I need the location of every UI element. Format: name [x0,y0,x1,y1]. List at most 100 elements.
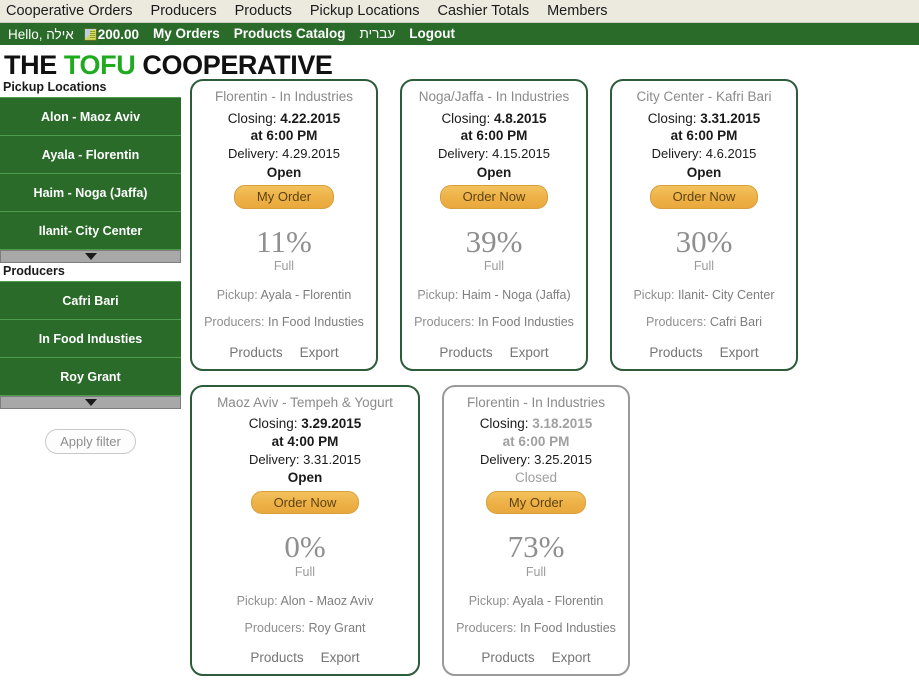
pickup-meta: Pickup: Alon - Maoz Aviv [199,593,411,609]
pickup-label: Pickup: [236,593,278,608]
site-logo: THE TOFU COOPERATIVE [0,45,919,79]
products-link[interactable]: Products [439,345,492,360]
nav-products-catalog[interactable]: Products Catalog [234,27,346,41]
greeting-text: Hello, אילה [8,26,74,42]
order-action-button[interactable]: Order Now [439,185,549,209]
orders-grid: Florentin - In Industries Closing: 4.22.… [181,79,919,690]
menu-item-members[interactable]: Members [547,4,607,19]
fill-percent: 30% [675,223,733,259]
order-delivery-line: Delivery: 4.29.2015 [199,145,369,163]
order-card[interactable]: City Center - Kafri Bari Closing: 3.31.2… [610,79,798,371]
order-action-button[interactable]: Order Now [649,185,759,209]
nav-logout[interactable]: Logout [409,27,455,41]
order-delivery-line: Delivery: 4.6.2015 [619,145,789,163]
order-card[interactable]: Florentin - In Industries Closing: 4.22.… [190,79,378,371]
export-link[interactable]: Export [321,650,360,665]
order-card-title: Noga/Jaffa - In Industries [418,89,570,105]
delivery-date: 4.29.2015 [282,146,341,162]
fill-percent: 73% [507,529,565,565]
orders-row-2: Maoz Aviv - Tempeh & Yogurt Closing: 3.2… [190,384,919,677]
logo-part-the: THE [4,50,64,80]
status-badge: Closed [514,470,558,486]
closing-time: at 6:00 PM [460,128,528,144]
producers-meta: Producers: Cafri Bari [619,314,789,330]
nav-my-orders[interactable]: My Orders [153,27,220,41]
closing-date: 3.18.2015 [532,415,593,431]
menu-item-producers[interactable]: Producers [151,4,217,19]
pickup-label: Pickup: [417,288,459,303]
sidebar-item-roy-grant[interactable]: Roy Grant [0,358,181,397]
closing-date: 3.29.2015 [301,415,362,431]
pickup-locations-scroll-down[interactable] [0,250,181,264]
order-closing-line: Closing: 3.29.2015 [199,415,411,433]
chevron-down-icon [84,253,97,261]
export-link[interactable]: Export [510,345,549,360]
status-badge: Open [266,165,302,181]
full-label: Full [273,259,295,274]
pickup-label: Pickup: [216,288,258,303]
sidebar-item-ilanit-city-center[interactable]: Ilanit- City Center [0,212,181,251]
producers-label: Producers: [204,315,265,330]
apply-filter-container: Apply filter [0,409,181,455]
export-link[interactable]: Export [552,650,591,665]
sidebar-item-alon-maoz-aviv[interactable]: Alon - Maoz Aviv [0,98,181,137]
order-card[interactable]: Noga/Jaffa - In Industries Closing: 4.8.… [400,79,588,371]
order-action-button[interactable]: Order Now [250,490,360,515]
producers-value: Roy Grant [308,620,366,635]
sidebar-item-cafri-bari[interactable]: Cafri Bari [0,282,181,321]
menu-item-cooperative-orders[interactable]: Cooperative Orders [6,4,133,19]
delivery-label: Delivery: [479,451,531,467]
products-link[interactable]: Products [250,650,303,665]
closing-label: Closing: [441,110,491,126]
pickup-value: Ilanit- City Center [677,288,775,303]
menu-item-pickup-locations[interactable]: Pickup Locations [310,4,420,19]
producers-meta: Producers: In Food Industies [199,314,369,330]
export-link[interactable]: Export [720,345,759,360]
delivery-date: 3.25.2015 [534,451,593,467]
producers-label: Producers: [414,315,475,330]
closing-label: Closing: [227,110,277,126]
closing-date: 3.31.2015 [700,110,761,126]
top-menu-bar: Cooperative Orders Producers Products Pi… [0,0,919,23]
pickup-value: Alon - Maoz Aviv [280,593,374,608]
menu-item-products[interactable]: Products [235,4,292,19]
order-action-button[interactable]: My Order [485,490,587,515]
order-action-button[interactable]: My Order [233,185,335,209]
fill-percent: 39% [465,223,523,259]
card-links: Products Export [199,345,369,360]
delivery-date: 4.15.2015 [492,146,551,162]
pickup-value: Ayala - Florentin [260,288,352,303]
sidebar-item-in-food-industies[interactable]: In Food Industies [0,320,181,359]
order-card[interactable]: Florentin - In Industries Closing: 3.18.… [442,384,630,677]
products-link[interactable]: Products [229,345,282,360]
closing-label: Closing: [248,415,298,431]
fill-percent: 0% [284,529,326,565]
producers-label: Producers: [645,315,707,330]
products-link[interactable]: Products [649,345,702,360]
logo-part-tofu: TOFU [63,50,136,80]
apply-filter-button[interactable]: Apply filter [45,429,136,455]
balance-amount: 200.00 [97,26,139,42]
sidebar-item-label: Ayala - Florentin [41,147,140,162]
export-link[interactable]: Export [300,345,339,360]
fill-percent: 11% [256,223,312,259]
order-closing-line: Closing: 4.8.2015 [409,110,579,128]
menu-item-cashier-totals[interactable]: Cashier Totals [437,4,529,19]
full-label: Full [693,259,715,274]
order-card-title: Florentin - In Industries [466,394,606,410]
orders-row-1: Florentin - In Industries Closing: 4.22.… [190,79,919,371]
closing-label: Closing: [479,415,529,431]
sidebar-item-haim-noga-jaffa[interactable]: Haim - Noga (Jaffa) [0,174,181,213]
order-closing-line: Closing: 3.31.2015 [619,110,789,128]
order-closing-line: Closing: 3.18.2015 [451,415,621,433]
order-card[interactable]: Maoz Aviv - Tempeh & Yogurt Closing: 3.2… [190,384,420,677]
order-card-title: Maoz Aviv - Tempeh & Yogurt [217,394,393,410]
sidebar-item-label: In Food Industies [38,331,143,346]
sidebar-item-ayala-florentin[interactable]: Ayala - Florentin [0,136,181,175]
nav-hebrew-language[interactable]: עברית [360,27,396,41]
card-links: Products Export [409,345,579,360]
products-link[interactable]: Products [481,650,534,665]
producers-value: In Food Industies [268,315,364,330]
producers-scroll-down[interactable] [0,396,181,410]
sidebar-item-label: Haim - Noga (Jaffa) [33,185,148,200]
